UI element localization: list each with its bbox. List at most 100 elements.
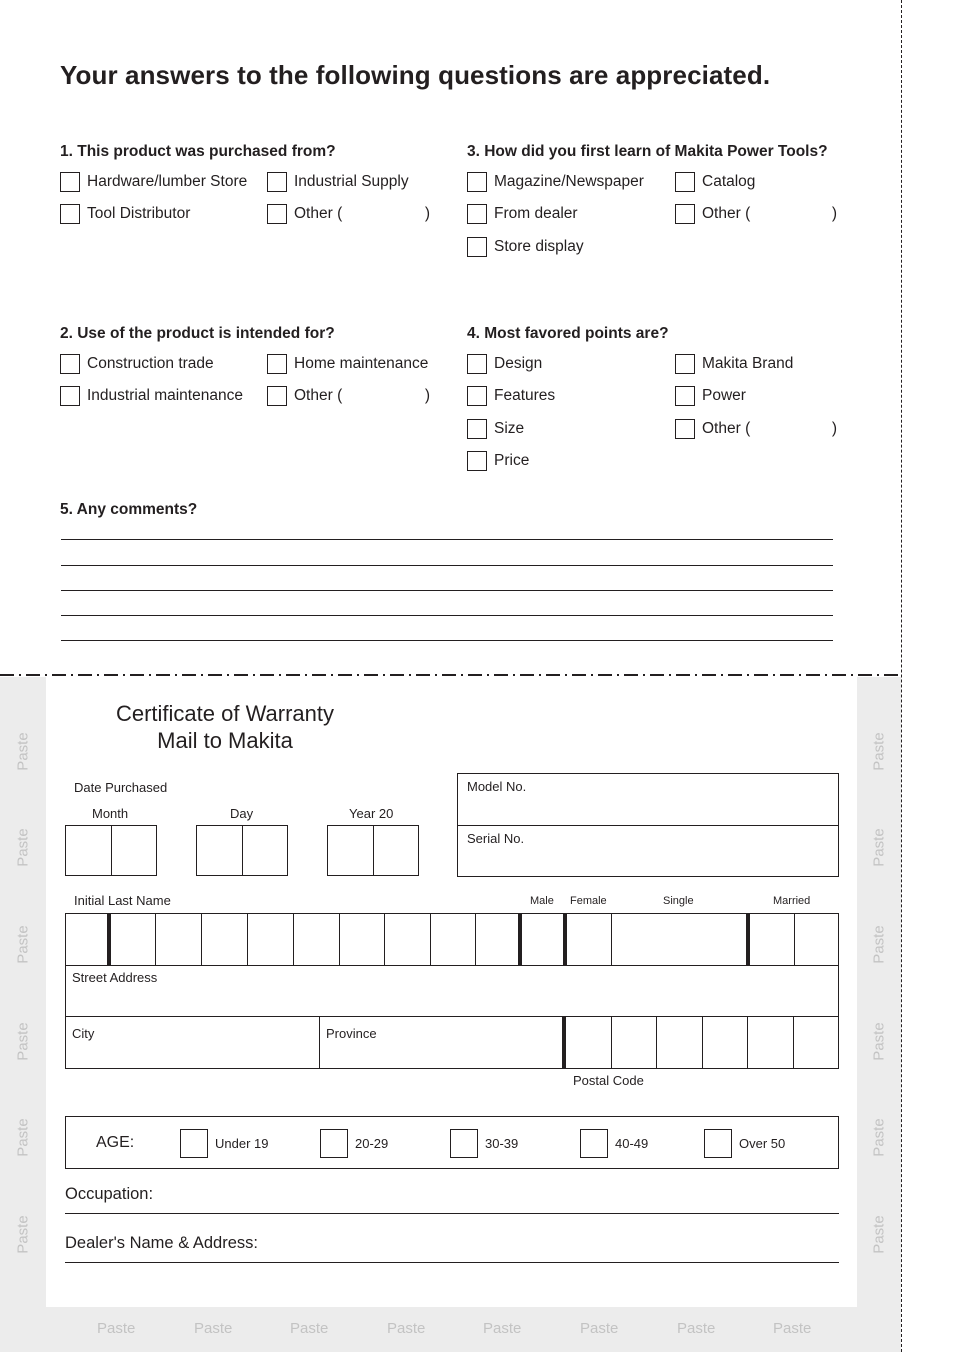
option-price[interactable]: Price: [467, 450, 529, 472]
comment-line[interactable]: [61, 590, 833, 591]
paste-label: Paste: [14, 828, 32, 867]
comment-line[interactable]: [61, 565, 833, 566]
postal-code-cell[interactable]: [657, 1017, 703, 1068]
comment-line[interactable]: [61, 615, 833, 616]
postal-code-cell[interactable]: [612, 1017, 657, 1068]
checkbox[interactable]: [267, 354, 287, 374]
day-input[interactable]: [196, 825, 288, 876]
checkbox[interactable]: [467, 204, 487, 224]
last-name-cell[interactable]: [156, 914, 202, 965]
age-option-20-29[interactable]: 20-29: [320, 1129, 388, 1158]
checkbox[interactable]: [704, 1129, 732, 1158]
option-store-display[interactable]: Store display: [467, 236, 584, 258]
certificate-title-line2: Mail to Makita: [157, 728, 293, 753]
male-cell[interactable]: [522, 914, 567, 965]
paste-label: Paste: [870, 1215, 888, 1254]
age-option-over-50[interactable]: Over 50: [704, 1129, 785, 1158]
comment-line[interactable]: [61, 539, 833, 540]
option-other[interactable]: Other (): [267, 385, 430, 407]
married-cell[interactable]: [795, 914, 838, 965]
last-name-cell[interactable]: [294, 914, 340, 965]
option-other[interactable]: Other (): [675, 203, 837, 225]
option-magazine-newspaper[interactable]: Magazine/Newspaper: [467, 171, 644, 193]
street-address-field[interactable]: Street Address: [66, 966, 838, 1017]
last-name-cell[interactable]: [385, 914, 431, 965]
checkbox[interactable]: [60, 386, 80, 406]
postal-code-cell[interactable]: [703, 1017, 748, 1068]
checkbox[interactable]: [675, 204, 695, 224]
checkbox[interactable]: [180, 1129, 208, 1158]
option-from-dealer[interactable]: From dealer: [467, 203, 578, 225]
option-makita-brand[interactable]: Makita Brand: [675, 353, 793, 375]
checkbox[interactable]: [467, 419, 487, 439]
married-cell[interactable]: [750, 914, 795, 965]
option-power[interactable]: Power: [675, 385, 746, 407]
checkbox[interactable]: [675, 386, 695, 406]
age-option-40-49[interactable]: 40-49: [580, 1129, 648, 1158]
checkbox[interactable]: [467, 172, 487, 192]
option-home-maintenance[interactable]: Home maintenance: [267, 353, 428, 375]
checkbox[interactable]: [467, 451, 487, 471]
month-input[interactable]: [65, 825, 157, 876]
initial-cell[interactable]: [66, 914, 111, 965]
option-design[interactable]: Design: [467, 353, 542, 375]
postal-code-cell[interactable]: [748, 1017, 794, 1068]
paste-label: Paste: [14, 732, 32, 771]
paste-label: Paste: [870, 1118, 888, 1157]
paste-label: Paste: [97, 1320, 136, 1337]
single-cell[interactable]: [612, 914, 750, 965]
age-option-under-19[interactable]: Under 19: [180, 1129, 268, 1158]
comment-line[interactable]: [61, 640, 833, 641]
last-name-cell[interactable]: [431, 914, 476, 965]
checkbox[interactable]: [267, 172, 287, 192]
single-label: Single: [663, 895, 694, 907]
postal-code-cell[interactable]: [794, 1017, 839, 1068]
option-industrial-maintenance[interactable]: Industrial maintenance: [60, 385, 243, 407]
checkbox[interactable]: [580, 1129, 608, 1158]
postal-code-cell[interactable]: [566, 1017, 612, 1068]
serial-no-field[interactable]: Serial No.: [458, 825, 838, 876]
checkbox[interactable]: [60, 354, 80, 374]
last-name-cell[interactable]: [340, 914, 385, 965]
option-other[interactable]: Other (): [675, 418, 837, 440]
option-other[interactable]: Other (): [267, 203, 430, 225]
checkbox[interactable]: [267, 204, 287, 224]
option-features[interactable]: Features: [467, 385, 555, 407]
last-name-cell[interactable]: [248, 914, 294, 965]
year-input[interactable]: [327, 825, 419, 876]
checkbox[interactable]: [467, 386, 487, 406]
last-name-cell[interactable]: [202, 914, 248, 965]
paste-label: Paste: [14, 1215, 32, 1254]
dealer-name-address-field[interactable]: Dealer's Name & Address:: [65, 1226, 839, 1263]
checkbox[interactable]: [450, 1129, 478, 1158]
age-option-30-39[interactable]: 30-39: [450, 1129, 518, 1158]
last-name-cell[interactable]: [476, 914, 522, 965]
province-field[interactable]: Province: [320, 1017, 566, 1068]
year-label: Year 20: [349, 806, 394, 821]
option-construction-trade[interactable]: Construction trade: [60, 353, 214, 375]
checkbox[interactable]: [675, 172, 695, 192]
checkbox[interactable]: [675, 354, 695, 374]
last-name-cell[interactable]: [111, 914, 156, 965]
option-size[interactable]: Size: [467, 418, 524, 440]
checkbox[interactable]: [60, 204, 80, 224]
checkbox[interactable]: [675, 419, 695, 439]
option-catalog[interactable]: Catalog: [675, 171, 755, 193]
checkbox[interactable]: [267, 386, 287, 406]
customer-info-grid: Street Address City Province: [65, 913, 839, 1069]
checkbox[interactable]: [467, 354, 487, 374]
month-label: Month: [92, 806, 129, 821]
option-tool-distributor[interactable]: Tool Distributor: [60, 203, 190, 225]
occupation-field[interactable]: Occupation:: [65, 1177, 839, 1214]
option-industrial-supply[interactable]: Industrial Supply: [267, 171, 409, 193]
checkbox[interactable]: [320, 1129, 348, 1158]
checkbox[interactable]: [60, 172, 80, 192]
postal-code-label: Postal Code: [573, 1073, 644, 1088]
option-hardware-lumber-store[interactable]: Hardware/lumber Store: [60, 171, 247, 193]
female-cell[interactable]: [567, 914, 612, 965]
question-5-title: 5. Any comments?: [60, 501, 198, 518]
city-field[interactable]: City: [66, 1017, 320, 1068]
model-no-field[interactable]: Model No.: [458, 774, 838, 825]
paste-label: Paste: [387, 1320, 426, 1337]
checkbox[interactable]: [467, 237, 487, 257]
